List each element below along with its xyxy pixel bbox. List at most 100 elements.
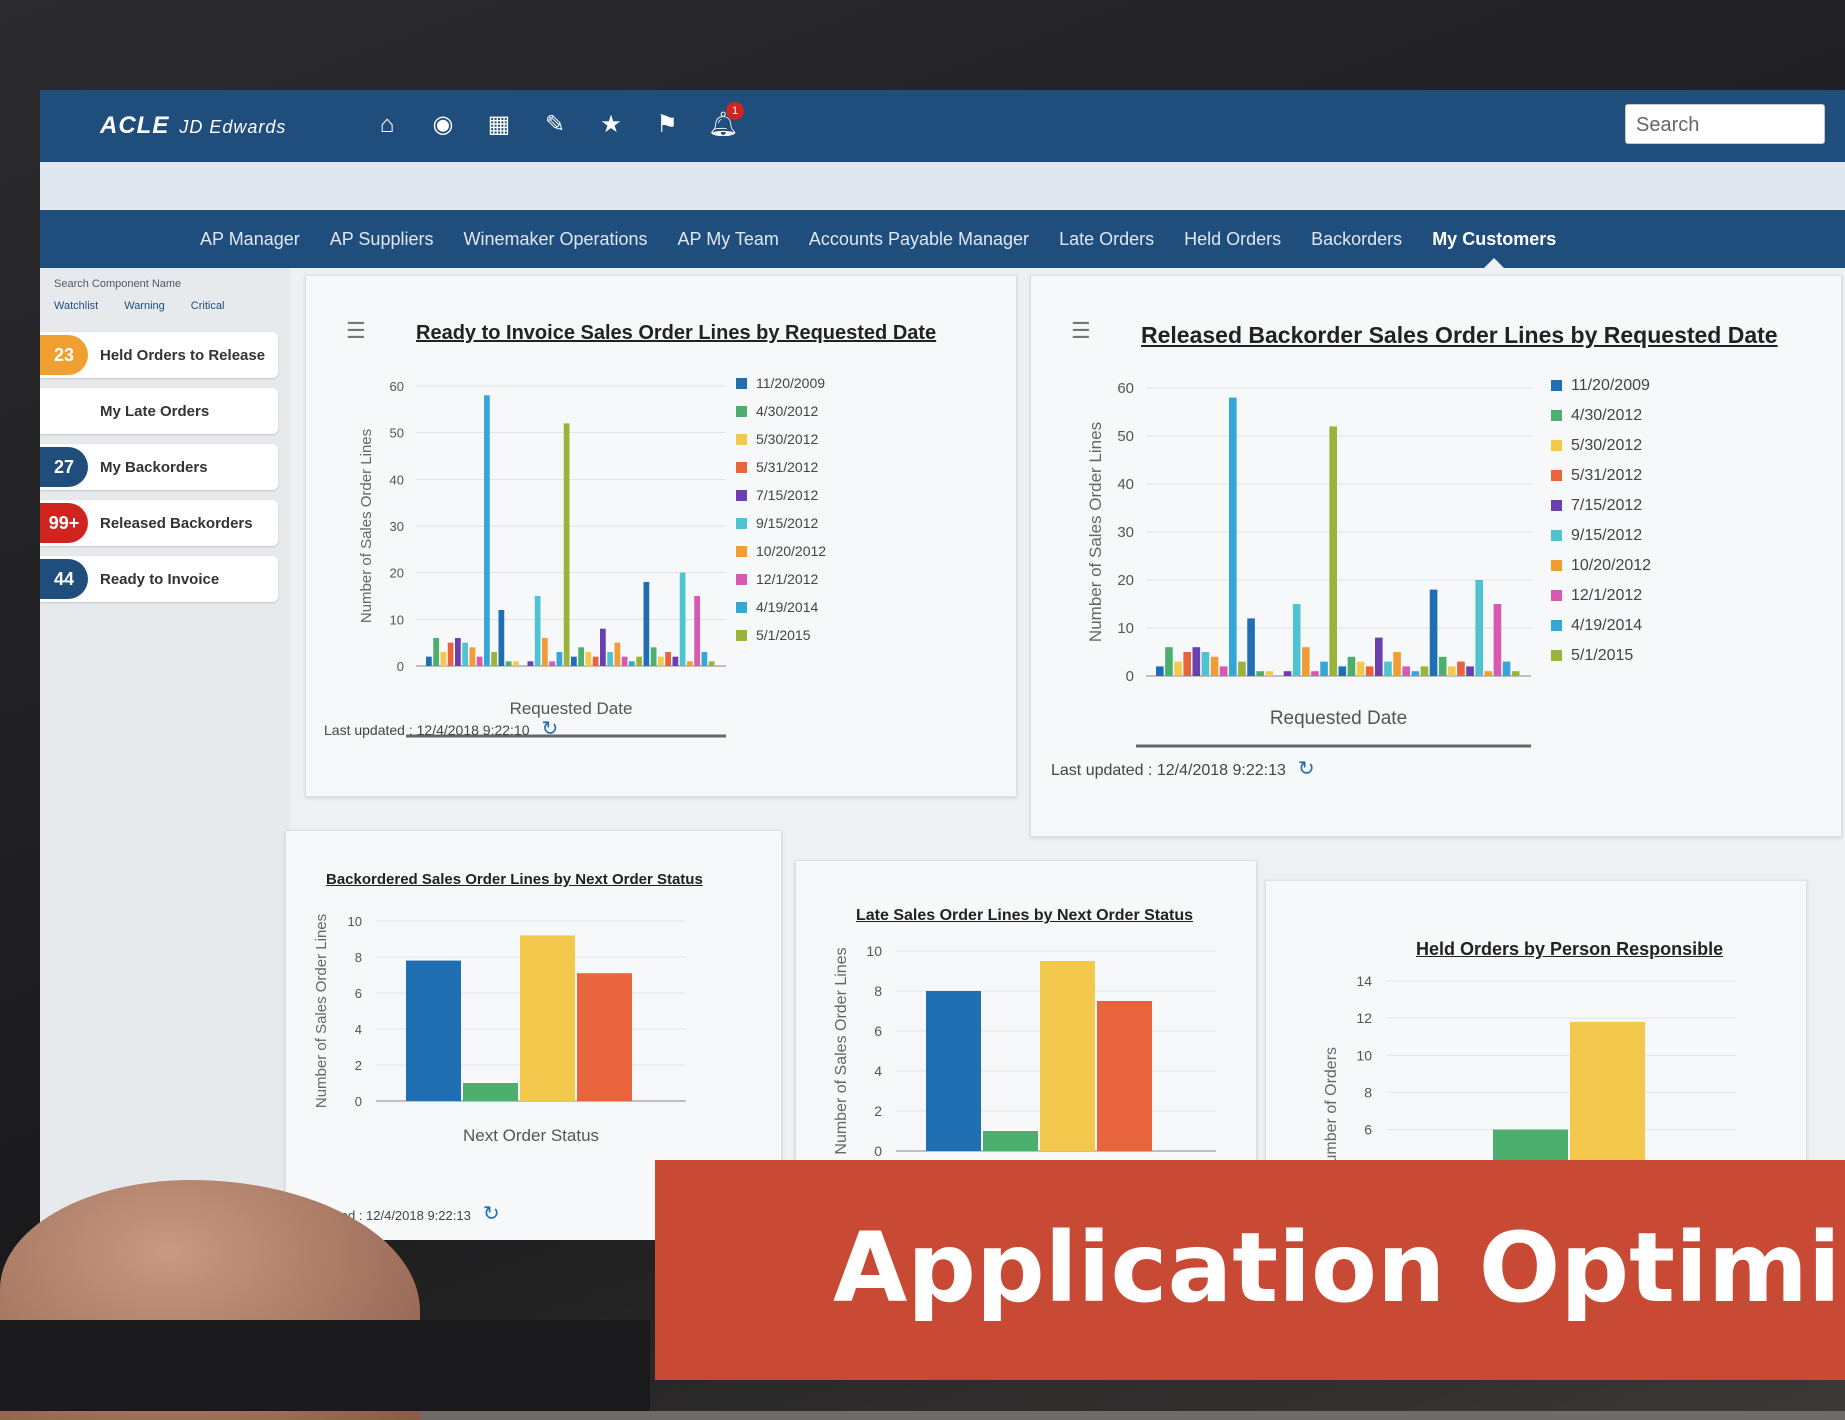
tab-backorders[interactable]: Backorders <box>1311 229 1402 250</box>
chart-released-backorders: 60 50 40 30 20 10 0 Requested Date Number of Sal… <box>1086 377 1651 748</box>
chart-icon[interactable]: ▦ <box>482 108 516 142</box>
legend-swatch <box>1551 590 1562 601</box>
legend-swatch <box>1551 380 1562 391</box>
bar <box>1502 661 1511 676</box>
menu-icon[interactable]: ☰ <box>1071 318 1091 344</box>
y-tick-label: 2 <box>355 1058 362 1073</box>
bar <box>462 642 468 666</box>
bar <box>520 935 575 1101</box>
bar <box>1493 604 1502 676</box>
legend-swatch <box>1551 470 1562 481</box>
bar <box>1292 604 1301 676</box>
y-tick-label: 20 <box>1117 572 1134 589</box>
bar <box>687 661 693 666</box>
filter-warning[interactable]: Warning <box>124 300 165 312</box>
y-tick-label: 20 <box>390 566 404 581</box>
bar <box>1210 656 1219 676</box>
legend-swatch <box>1551 500 1562 511</box>
tab-held-orders[interactable]: Held Orders <box>1184 229 1281 250</box>
sidebar-item[interactable]: 99+ Released Backorders <box>40 500 278 546</box>
legend-label: 7/15/2012 <box>1571 497 1642 514</box>
bar <box>629 661 635 666</box>
bar <box>1338 666 1347 676</box>
bar <box>563 423 570 666</box>
y-tick-label: 4 <box>355 1022 362 1037</box>
sidebar-item[interactable]: 27 My Backorders <box>40 444 278 490</box>
tab-ap-suppliers[interactable]: AP Suppliers <box>330 229 434 250</box>
tab-late-orders[interactable]: Late Orders <box>1059 229 1154 250</box>
bar <box>498 610 505 666</box>
bar <box>592 656 599 666</box>
refresh-icon[interactable]: ↻ <box>1298 758 1315 780</box>
sidebar-item[interactable]: My Late Orders <box>40 388 278 434</box>
bar <box>1174 661 1182 676</box>
refresh-icon[interactable]: ↻ <box>542 718 559 740</box>
bar <box>571 656 577 666</box>
menu-icon[interactable]: ☰ <box>346 318 366 344</box>
bar <box>542 638 548 666</box>
promo-banner: Application Optimizati <box>655 1160 1845 1380</box>
edit-icon[interactable]: ✎ <box>538 108 572 142</box>
tab-ap-manager[interactable]: AP Manager <box>200 229 300 250</box>
tab-winemaker-operations[interactable]: Winemaker Operations <box>463 229 647 250</box>
filter-watchlist[interactable]: Watchlist <box>54 300 98 312</box>
star-icon[interactable]: ★ <box>594 108 628 142</box>
bar <box>1183 652 1191 676</box>
bar <box>607 652 613 666</box>
legend-label: 4/19/2014 <box>756 599 818 615</box>
bar <box>1256 671 1264 676</box>
bar <box>527 661 534 666</box>
y-tick-label: 0 <box>355 1094 362 1109</box>
legend-label: 5/31/2012 <box>1571 467 1642 484</box>
y-tick-label: 4 <box>874 1063 882 1079</box>
legend-swatch <box>1551 620 1562 631</box>
panel-released-backorders: ☰ Released Backorder Sales Order Lines b… <box>1030 275 1842 837</box>
bar <box>556 652 563 666</box>
bar <box>1484 671 1493 676</box>
filter-critical[interactable]: Critical <box>191 300 225 312</box>
legend-label: 5/1/2015 <box>756 627 811 643</box>
y-tick-label: 6 <box>355 986 362 1001</box>
legend-swatch <box>736 602 747 613</box>
bar <box>585 652 592 666</box>
chart-title: Released Backorder Sales Order Lines by … <box>1141 322 1778 348</box>
bar <box>701 652 708 666</box>
legend-swatch <box>1551 410 1562 421</box>
bar <box>1393 652 1401 676</box>
sidebar-item[interactable]: 44 Ready to Invoice <box>40 556 278 602</box>
keyboard <box>0 1320 650 1411</box>
legend-label: 5/30/2012 <box>756 431 818 447</box>
bell-icon[interactable]: 🔔︎ 1 <box>706 102 744 142</box>
bar <box>614 642 621 666</box>
bar <box>505 661 512 666</box>
chart-ready-to-invoice: 6050403020100Requested DateNumber of Sal… <box>358 375 826 738</box>
sidebar-item-label: Ready to Invoice <box>100 570 220 588</box>
tab-my-customers[interactable]: My Customers <box>1432 229 1556 268</box>
bar <box>1320 661 1328 676</box>
y-tick-label: 6 <box>874 1023 882 1039</box>
search-input[interactable]: Search <box>1625 104 1825 144</box>
y-axis-label: Number of Sales Order Lines <box>833 947 850 1154</box>
chart-title: Backordered Sales Order Lines by Next Or… <box>326 871 703 888</box>
bar <box>1402 666 1410 676</box>
breadcrumb-bar <box>40 162 1845 210</box>
legend-label: 7/15/2012 <box>756 487 818 503</box>
sidebar-item[interactable]: 23 Held Orders to Release <box>40 332 278 378</box>
flag-icon[interactable]: ⚑ <box>650 108 684 142</box>
y-tick-label: 0 <box>1126 668 1134 685</box>
compass-icon[interactable]: ◉ <box>426 108 460 142</box>
home-icon[interactable]: ⌂ <box>370 108 404 142</box>
bar <box>1040 961 1095 1151</box>
bar <box>469 647 476 666</box>
bar <box>1097 1001 1152 1151</box>
y-tick-label: 10 <box>866 943 882 959</box>
tab-ap-my-team[interactable]: AP My Team <box>678 229 779 250</box>
refresh-icon[interactable]: ↻ <box>483 1203 500 1225</box>
legend-swatch <box>736 518 747 529</box>
bar <box>440 652 447 666</box>
app-screen: ACLE JD Edwards ⌂ ◉ ▦ ✎ ★ ⚑ 🔔︎ 1 Search AP… <box>40 90 1845 1240</box>
legend-label: 5/30/2012 <box>1571 437 1642 454</box>
bar <box>577 973 632 1101</box>
sidebar-search[interactable]: Search Component Name <box>40 268 290 300</box>
tab-accounts-payable-manager[interactable]: Accounts Payable Manager <box>809 229 1029 250</box>
